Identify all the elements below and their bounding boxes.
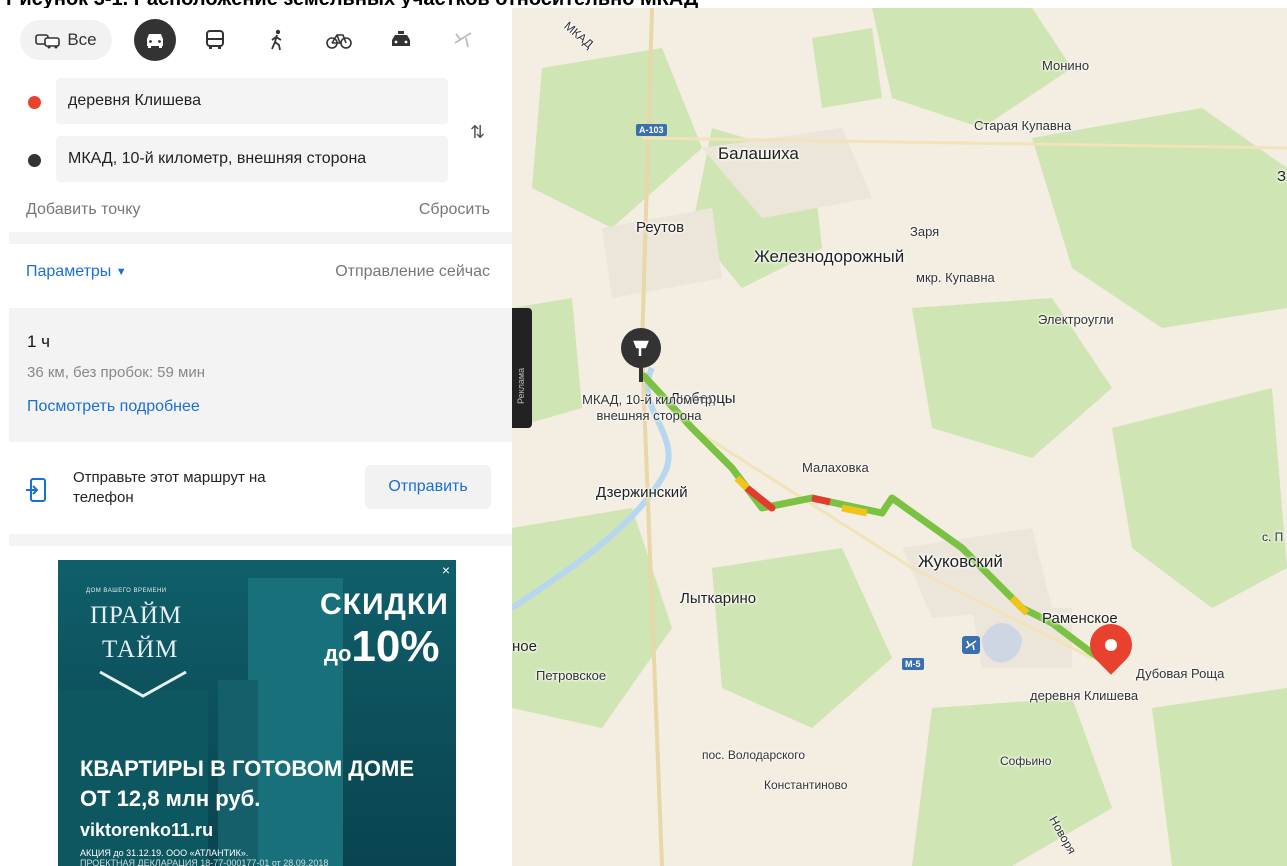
map-label: Старая Купавна [974, 118, 1072, 133]
chevron-down-icon: ▼ [115, 265, 127, 278]
transport-mode-bar: Все [20, 16, 486, 64]
mode-all-button[interactable]: Все [20, 20, 112, 60]
ad-discount: до10% [324, 622, 439, 672]
route-duration: 1 ч [27, 332, 51, 351]
ad-brand-line1: ПРАЙМ [90, 602, 183, 629]
mode-walk-button[interactable] [254, 20, 300, 60]
params-row: Параметры ▼ Отправление сейчас [26, 263, 490, 281]
plane-icon [454, 32, 472, 48]
ad-website: viktorenko11.ru [80, 820, 214, 840]
params-dropdown[interactable]: Параметры ▼ [26, 263, 127, 281]
mode-bus-button[interactable] [192, 20, 238, 60]
flag-icon [633, 340, 649, 356]
walk-icon [271, 29, 282, 51]
bus-icon [206, 30, 224, 49]
params-label: Параметры [26, 263, 112, 280]
route-result-card[interactable]: 1 ч 36 км, без пробок: 59 мин Посмотреть… [9, 308, 512, 442]
route-traffic-slow [841, 504, 868, 517]
add-point-link[interactable]: Добавить точку [26, 201, 140, 219]
mode-bike-button[interactable] [316, 20, 362, 60]
bike-icon [326, 34, 352, 49]
route-traffic-slow [734, 475, 750, 491]
route-actions-row: Добавить точку Сбросить [26, 201, 490, 219]
airport-icon [962, 636, 980, 654]
section-divider [9, 534, 512, 546]
mode-car-button[interactable] [134, 19, 176, 61]
map-label: Константиново [764, 778, 848, 792]
ad-tagline: ДОМ ВАШЕГО ВРЕМЕНИ [86, 588, 167, 594]
map-label: Петровское [536, 668, 607, 683]
advertisement-banner[interactable]: × ДОМ ВАШЕГО ВРЕМЕНИ ПРАЙМ ТАЙМ СКИДКИ д… [58, 560, 456, 866]
ad-tag: Реклама [512, 308, 532, 428]
mode-taxi-button[interactable] [378, 20, 424, 60]
map-label: Дубовая Роща [1136, 666, 1225, 681]
map-label: Малаховка [802, 460, 869, 475]
route-to-input[interactable]: МКАД, 10-й километр, внешняя сторона [56, 136, 448, 182]
map-label: З [1277, 168, 1287, 185]
ad-legal-text: АКЦИЯ до 31.12.19. ООО «АТЛАНТИК». [80, 848, 249, 858]
ad-brand-line2: ТАЙМ [102, 636, 179, 663]
route-from-input[interactable]: деревня Клишева [56, 78, 448, 124]
map-label: Лыткарино [680, 590, 757, 607]
map-label: Монино [1042, 58, 1090, 73]
map-label: Жуковский [918, 552, 1003, 571]
ad-legal-text: ПРОЕКТНАЯ ДЕКЛАРАЦИЯ 18-77-000177-01 от … [80, 858, 329, 866]
forest-areas [512, 8, 1287, 866]
map-label: Дзержинский [596, 484, 688, 501]
all-transport-icon [35, 34, 61, 49]
send-to-phone-block: Отправьте этот маршрут на телефон Отправ… [9, 442, 512, 532]
map-label: Электроугли [1038, 312, 1114, 327]
map-label: Балашиха [718, 144, 799, 163]
ad-tag-label: Реклама [516, 367, 526, 404]
map-label: ное [512, 638, 537, 655]
mode-plane-button[interactable] [440, 20, 486, 60]
map-label: Заря [910, 224, 940, 239]
ad-sale-title: СКИДКИ [320, 588, 449, 621]
start-pin-icon[interactable] [621, 328, 661, 382]
map-label: Реутов [636, 219, 685, 236]
taxi-icon [392, 31, 410, 46]
highway-shield: А-103 [636, 124, 667, 136]
start-pin-label: МКАД, 10-й километр, внешняя сторона [582, 392, 716, 423]
map-label: Софьино [1000, 754, 1052, 768]
route-traffic-jam [811, 494, 831, 506]
section-divider [9, 232, 512, 244]
ad-price: ОТ 12,8 млн руб. [80, 786, 261, 811]
start-point-dot [28, 96, 41, 109]
map-canvas [512, 8, 1287, 866]
reset-link[interactable]: Сбросить [419, 201, 490, 219]
ad-discount-prefix: до [324, 641, 352, 666]
send-button[interactable]: Отправить [365, 465, 491, 509]
phone-send-icon [26, 478, 46, 502]
map-view[interactable]: МКАД Монино Старая Купавна Балашиха Реут… [512, 8, 1287, 866]
map-label: Железнодорожный [754, 247, 905, 266]
destination-label: деревня Клишева [1030, 688, 1139, 703]
route-distance: 36 км, без пробок: 59 мин [27, 364, 206, 381]
route-panel: Все деревня Клишева МКАД, 10-й километр,… [0, 8, 512, 866]
car-icon [147, 34, 163, 48]
swap-points-icon[interactable]: ⇅ [470, 122, 485, 143]
end-point-dot [28, 154, 41, 167]
ad-discount-value: 10% [351, 622, 440, 671]
mode-all-label: Все [67, 30, 97, 49]
map-label: с. П [1262, 530, 1284, 544]
ad-headline: КВАРТИРЫ В ГОТОВОМ ДОМЕ [80, 756, 415, 781]
ad-logo-chevron-icon [99, 670, 187, 698]
ad-close-icon[interactable]: × [442, 562, 450, 578]
route-details-link[interactable]: Посмотреть подробнее [27, 398, 200, 416]
departure-select[interactable]: Отправление сейчас [335, 263, 490, 281]
pin-hole [1102, 636, 1120, 654]
map-label: пос. Володарского [702, 748, 805, 762]
send-route-text: Отправьте этот маршрут на телефон [73, 469, 266, 506]
map-label: мкр. Купавна [916, 270, 995, 285]
highway-shield: М-5 [902, 658, 924, 670]
